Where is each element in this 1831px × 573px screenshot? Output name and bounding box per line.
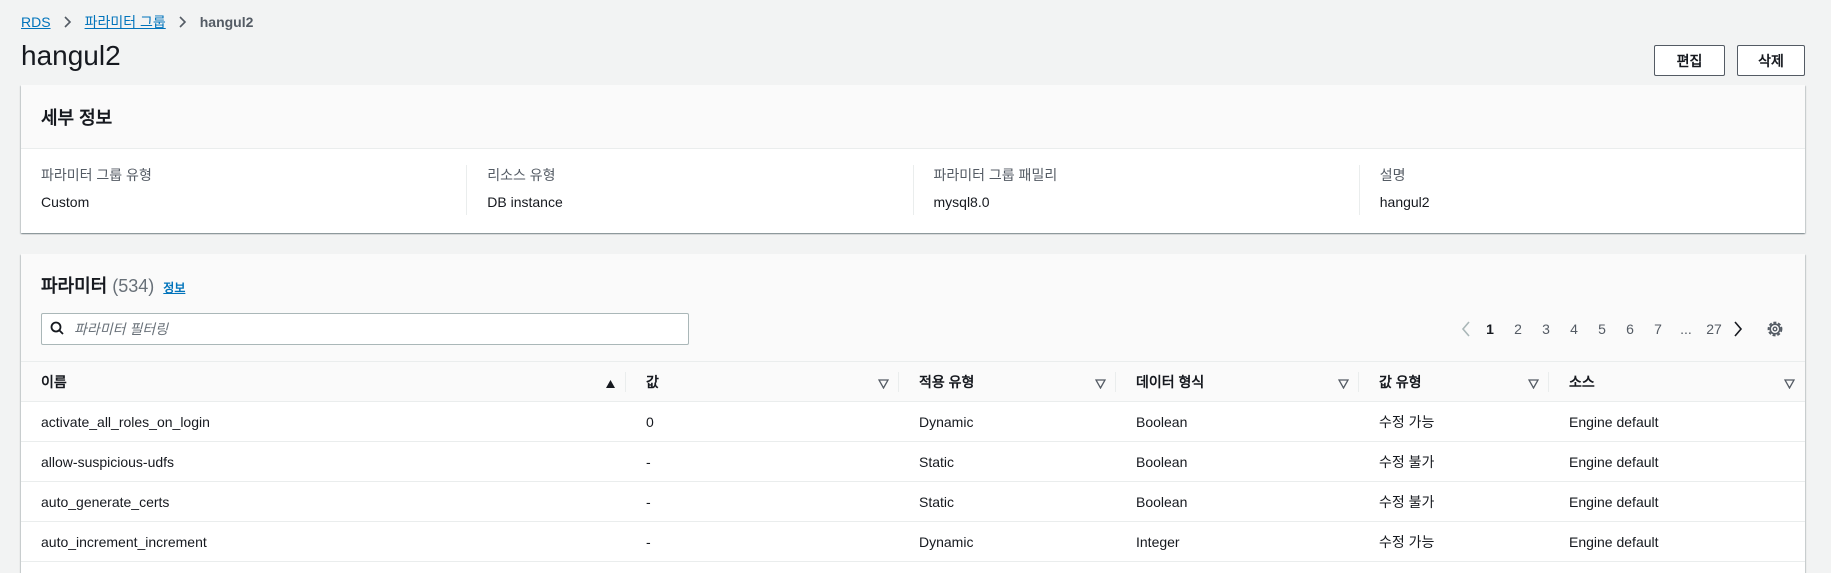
page-3[interactable]: 3 — [1532, 321, 1560, 337]
cell-source: Engine default — [1569, 493, 1659, 510]
sort-descending-icon — [1783, 376, 1796, 392]
chevron-right-icon[interactable] — [1728, 321, 1748, 337]
parameters-title-row: 파라미터 (534) 정보 — [41, 272, 1785, 298]
detail-value: hangul2 — [1379, 194, 1430, 210]
breadcrumb-parameter-groups-link[interactable]: 파라미터 그룹 — [85, 12, 166, 32]
page-4[interactable]: 4 — [1560, 321, 1588, 337]
cell-source: Engine default — [1569, 413, 1659, 430]
table-header-row: 이름 값 적용 유형 데이터 형식 값 유형 소스 — [21, 361, 1805, 402]
cell-name: activate_all_roles_on_login — [41, 413, 210, 430]
pagination: 1 2 3 4 5 6 7 ... 27 — [1456, 316, 1748, 342]
cell-value-type: 수정 가능 — [1379, 533, 1435, 550]
sort-descending-icon — [1527, 376, 1540, 392]
table-row[interactable]: auto_generate_certs - Static Boolean 수정 … — [21, 482, 1805, 522]
detail-label: 리소스 유형 — [487, 167, 556, 183]
details-panel: 세부 정보 파라미터 그룹 유형 Custom 리소스 유형 DB instan… — [21, 85, 1805, 233]
cell-source: Engine default — [1569, 533, 1659, 550]
detail-parameter-group-type: 파라미터 그룹 유형 Custom — [21, 165, 466, 215]
cell-value-type: 수정 불가 — [1379, 453, 1435, 470]
chevron-right-icon — [178, 16, 188, 28]
detail-label: 파라미터 그룹 패밀리 — [933, 167, 1058, 183]
column-header-value-type[interactable]: 값 유형 — [1359, 362, 1549, 402]
detail-value: DB instance — [487, 194, 563, 210]
parameters-panel: 파라미터 (534) 정보 1 2 3 4 5 6 7 ... 27 — [21, 254, 1805, 573]
cell-apply-type: Static — [919, 493, 955, 510]
cell-value: - — [646, 453, 651, 470]
column-header-data-type[interactable]: 데이터 형식 — [1116, 362, 1359, 402]
column-header-value[interactable]: 값 — [626, 362, 899, 402]
parameter-filter-input[interactable] — [74, 321, 654, 337]
table-row[interactable]: auto_increment_increment - Dynamic Integ… — [21, 522, 1805, 562]
column-header-source[interactable]: 소스 — [1549, 362, 1805, 402]
parameter-filter[interactable] — [41, 313, 689, 345]
details-grid: 파라미터 그룹 유형 Custom 리소스 유형 DB instance 파라미… — [21, 149, 1805, 215]
detail-value: mysql8.0 — [933, 194, 990, 210]
detail-parameter-group-family: 파라미터 그룹 패밀리 mysql8.0 — [912, 165, 1359, 215]
page-27[interactable]: 27 — [1700, 321, 1728, 337]
detail-description: 설명 hangul2 — [1358, 165, 1805, 215]
cell-source: Engine default — [1569, 453, 1659, 470]
delete-button[interactable]: 삭제 — [1737, 45, 1805, 76]
page-2[interactable]: 2 — [1504, 321, 1532, 337]
column-header-label: 소스 — [1569, 373, 1595, 390]
sort-descending-icon — [877, 376, 890, 392]
parameters-header: 파라미터 (534) 정보 1 2 3 4 5 6 7 ... 27 — [21, 254, 1805, 361]
page-5[interactable]: 5 — [1588, 321, 1616, 337]
column-header-label: 데이터 형식 — [1136, 373, 1205, 390]
cell-data-type: Boolean — [1136, 493, 1188, 510]
detail-label: 설명 — [1379, 167, 1406, 183]
table-row[interactable]: activate_all_roles_on_login 0 Dynamic Bo… — [21, 402, 1805, 442]
breadcrumb-current: hangul2 — [199, 14, 254, 30]
column-header-name[interactable]: 이름 — [21, 362, 626, 402]
cell-value-type: 수정 불가 — [1379, 493, 1435, 510]
info-link[interactable]: 정보 — [163, 279, 185, 296]
cell-value: - — [646, 533, 651, 550]
cell-data-type: Integer — [1136, 533, 1180, 550]
chevron-left-icon[interactable] — [1456, 321, 1476, 337]
page-ellipsis: ... — [1680, 321, 1692, 337]
cell-data-type: Boolean — [1136, 453, 1188, 470]
column-header-label: 값 유형 — [1379, 373, 1422, 390]
cell-name: auto_generate_certs — [41, 493, 170, 510]
cell-value-type: 수정 가능 — [1379, 413, 1435, 430]
chevron-right-icon — [63, 16, 73, 28]
detail-resource-type: 리소스 유형 DB instance — [466, 165, 912, 215]
table-row[interactable]: allow-suspicious-udfs - Static Boolean 수… — [21, 442, 1805, 482]
cell-value: 0 — [646, 413, 654, 430]
detail-label: 파라미터 그룹 유형 — [41, 167, 152, 183]
column-header-apply-type[interactable]: 적용 유형 — [899, 362, 1116, 402]
page-6[interactable]: 6 — [1616, 321, 1644, 337]
cell-apply-type: Dynamic — [919, 413, 974, 430]
parameters-table: 이름 값 적용 유형 데이터 형식 값 유형 소스 activate_all_r… — [21, 361, 1805, 562]
page-title: hangul2 — [21, 40, 121, 71]
sort-descending-icon — [1094, 376, 1107, 392]
cell-name: allow-suspicious-udfs — [41, 453, 175, 470]
settings-gear-icon[interactable] — [1765, 319, 1785, 339]
cell-apply-type: Dynamic — [919, 533, 974, 550]
sort-descending-icon — [1337, 376, 1350, 392]
cell-value: - — [646, 493, 651, 510]
cell-data-type: Boolean — [1136, 413, 1188, 430]
search-icon — [50, 321, 64, 338]
cell-apply-type: Static — [919, 453, 955, 470]
breadcrumb-rds-link[interactable]: RDS — [21, 14, 51, 30]
detail-value: Custom — [41, 194, 90, 210]
parameters-title: 파라미터 — [41, 276, 108, 296]
details-title: 세부 정보 — [21, 85, 1805, 149]
column-header-label: 적용 유형 — [919, 373, 975, 390]
parameters-count: (534) — [112, 276, 155, 296]
sort-ascending-icon — [605, 376, 616, 392]
edit-button[interactable]: 편집 — [1654, 45, 1725, 76]
header-actions: 편집 삭제 — [1654, 45, 1805, 76]
cell-name: auto_increment_increment — [41, 533, 207, 550]
page-7[interactable]: 7 — [1644, 321, 1672, 337]
breadcrumb: RDS 파라미터 그룹 hangul2 — [21, 12, 253, 32]
column-header-label: 값 — [646, 373, 659, 390]
column-header-label: 이름 — [41, 373, 67, 390]
page-1[interactable]: 1 — [1476, 321, 1504, 337]
